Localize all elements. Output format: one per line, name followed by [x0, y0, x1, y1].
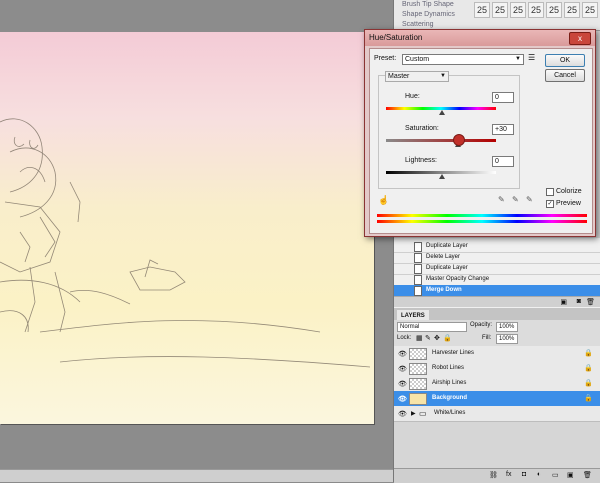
layer-group-row[interactable]: 👁 ▶ ▭ White/Lines [394, 406, 600, 422]
line-sketch [0, 118, 371, 368]
layer-thumbnail [409, 363, 427, 375]
channel-select[interactable]: Master ▼ [385, 71, 449, 82]
fill-label: Fill: [482, 335, 492, 341]
hue-slider-thumb[interactable] [439, 110, 445, 115]
folder-icon: ▭ [419, 409, 427, 418]
lock-icon: 🔒 [584, 365, 593, 372]
brush-option-shape-dynamics[interactable]: Shape Dynamics [402, 11, 455, 18]
lock-label: Lock: [397, 335, 412, 341]
cancel-button[interactable]: Cancel [545, 69, 585, 82]
close-button[interactable]: x [569, 32, 591, 45]
document-icon [414, 242, 422, 252]
preset-options-icon[interactable]: ☰ [528, 53, 535, 62]
preset-label: Preset: [374, 55, 397, 62]
layer-row[interactable]: 👁 Airship Lines 🔒 [394, 376, 600, 392]
layers-options: Normal Opacity: 100% Lock: ▦ ✎ ✥ 🔒 Fill:… [394, 320, 600, 346]
new-layer-icon[interactable]: ▣ [567, 471, 574, 479]
preview-checkbox[interactable]: ✓ [546, 200, 554, 208]
opacity-field[interactable]: 100% [496, 322, 518, 332]
chevron-down-icon: ▼ [440, 73, 446, 79]
eye-icon[interactable]: 👁 [398, 380, 407, 388]
lock-icon: 🔒 [584, 350, 593, 357]
expand-triangle-icon[interactable]: ▶ [411, 410, 416, 417]
brush-preset[interactable]: 25 [528, 2, 544, 18]
preset-select[interactable]: Custom ▼ [402, 54, 524, 65]
new-document-icon[interactable]: ▣ [560, 298, 567, 306]
adjustment-icon[interactable]: ◐ [537, 471, 541, 478]
blend-mode-select[interactable]: Normal [397, 322, 467, 332]
colorize-label: Colorize [556, 188, 582, 195]
eye-icon[interactable]: 👁 [398, 395, 407, 403]
horizontal-scrollbar[interactable] [0, 469, 393, 482]
dialog-title: Hue/Saturation [369, 33, 423, 42]
layer-row[interactable]: 👁 Harvester Lines 🔒 [394, 346, 600, 362]
fill-field[interactable]: 100% [496, 334, 518, 344]
brush-preset[interactable]: 25 [582, 2, 598, 18]
lightness-slider-thumb[interactable] [439, 174, 445, 179]
document-icon [414, 264, 422, 274]
document-icon [414, 253, 422, 263]
trash-icon[interactable]: 🗑 [586, 298, 595, 306]
link-icon[interactable]: ⛓ [489, 471, 498, 479]
lock-move-icon[interactable]: ✥ [434, 334, 440, 342]
layer-thumbnail [409, 378, 427, 390]
lock-transparent-icon[interactable]: ▦ [416, 334, 423, 342]
document-workspace [0, 0, 393, 482]
saturation-field[interactable]: +30 [492, 124, 514, 135]
image-canvas[interactable] [0, 32, 374, 424]
trash-icon[interactable]: 🗑 [583, 471, 592, 479]
document-icon [414, 275, 422, 285]
eye-icon[interactable]: 👁 [398, 410, 407, 418]
eyedropper-icon[interactable]: ✎ [498, 195, 505, 204]
saturation-label: Saturation: [405, 125, 439, 132]
brush-preset[interactable]: 25 [564, 2, 580, 18]
eyedropper-minus-icon[interactable]: ✎ [526, 195, 533, 204]
snapshot-icon[interactable]: ◙ [577, 298, 581, 305]
eyedropper-plus-icon[interactable]: ✎ [512, 195, 519, 204]
eye-icon[interactable]: 👁 [398, 350, 407, 358]
brush-preset[interactable]: 25 [474, 2, 490, 18]
brush-preset[interactable]: 25 [492, 2, 508, 18]
layer-row[interactable]: 👁 Robot Lines 🔒 [394, 361, 600, 377]
preview-label: Preview [556, 200, 581, 207]
targeted-adjust-hand-icon[interactable]: ☝ [378, 195, 389, 206]
brush-preset[interactable]: 25 [546, 2, 562, 18]
lock-brush-icon[interactable]: ✎ [425, 334, 431, 342]
layers-footer: ⛓ fx ◘ ◐ ▭ ▣ 🗑 [394, 468, 600, 483]
layer-row-selected[interactable]: 👁 Background 🔒 [394, 391, 600, 407]
dialog-body: Preset: Custom ▼ ☰ OK Cancel Master ▼ Hu… [369, 48, 593, 234]
hue-label: Hue: [405, 93, 420, 100]
brushes-panel: Brush Tip Shape Shape Dynamics Scatterin… [394, 0, 600, 31]
document-icon [414, 286, 422, 296]
lock-all-icon[interactable]: 🔒 [443, 334, 452, 342]
layer-thumbnail [409, 348, 427, 360]
hue-spectrum-bar-before [377, 214, 587, 217]
brush-option-scattering[interactable]: Scattering [402, 21, 434, 28]
brush-option-tip-shape[interactable]: Brush Tip Shape [402, 1, 454, 8]
lock-icon: 🔒 [584, 395, 593, 402]
history-footer: ▣ ◙ 🗑 [394, 296, 600, 307]
hue-spectrum-bar-after [377, 220, 587, 223]
chevron-down-icon: ▼ [515, 56, 521, 62]
layer-thumbnail [409, 393, 427, 405]
hue-saturation-dialog: Hue/Saturation x Preset: Custom ▼ ☰ OK C… [364, 29, 596, 237]
opacity-label: Opacity: [470, 322, 493, 328]
colorize-checkbox[interactable] [546, 188, 554, 196]
brush-preset[interactable]: 25 [510, 2, 526, 18]
lightness-label: Lightness: [405, 157, 437, 164]
lightness-field[interactable]: 0 [492, 156, 514, 167]
hue-field[interactable]: 0 [492, 92, 514, 103]
cursor-icon [452, 134, 465, 146]
lock-icon: 🔒 [584, 380, 593, 387]
fx-icon[interactable]: fx [506, 471, 511, 478]
ok-button[interactable]: OK [545, 54, 585, 67]
group-folder-icon[interactable]: ▭ [552, 471, 559, 479]
saturation-slider-track[interactable] [386, 139, 496, 142]
eye-icon[interactable]: 👁 [398, 365, 407, 373]
dialog-titlebar[interactable]: Hue/Saturation x [365, 30, 595, 46]
mask-icon[interactable]: ◘ [522, 471, 526, 478]
channel-adjust-group: Master ▼ Hue: 0 Saturation: +30 Lightnes… [378, 71, 520, 189]
